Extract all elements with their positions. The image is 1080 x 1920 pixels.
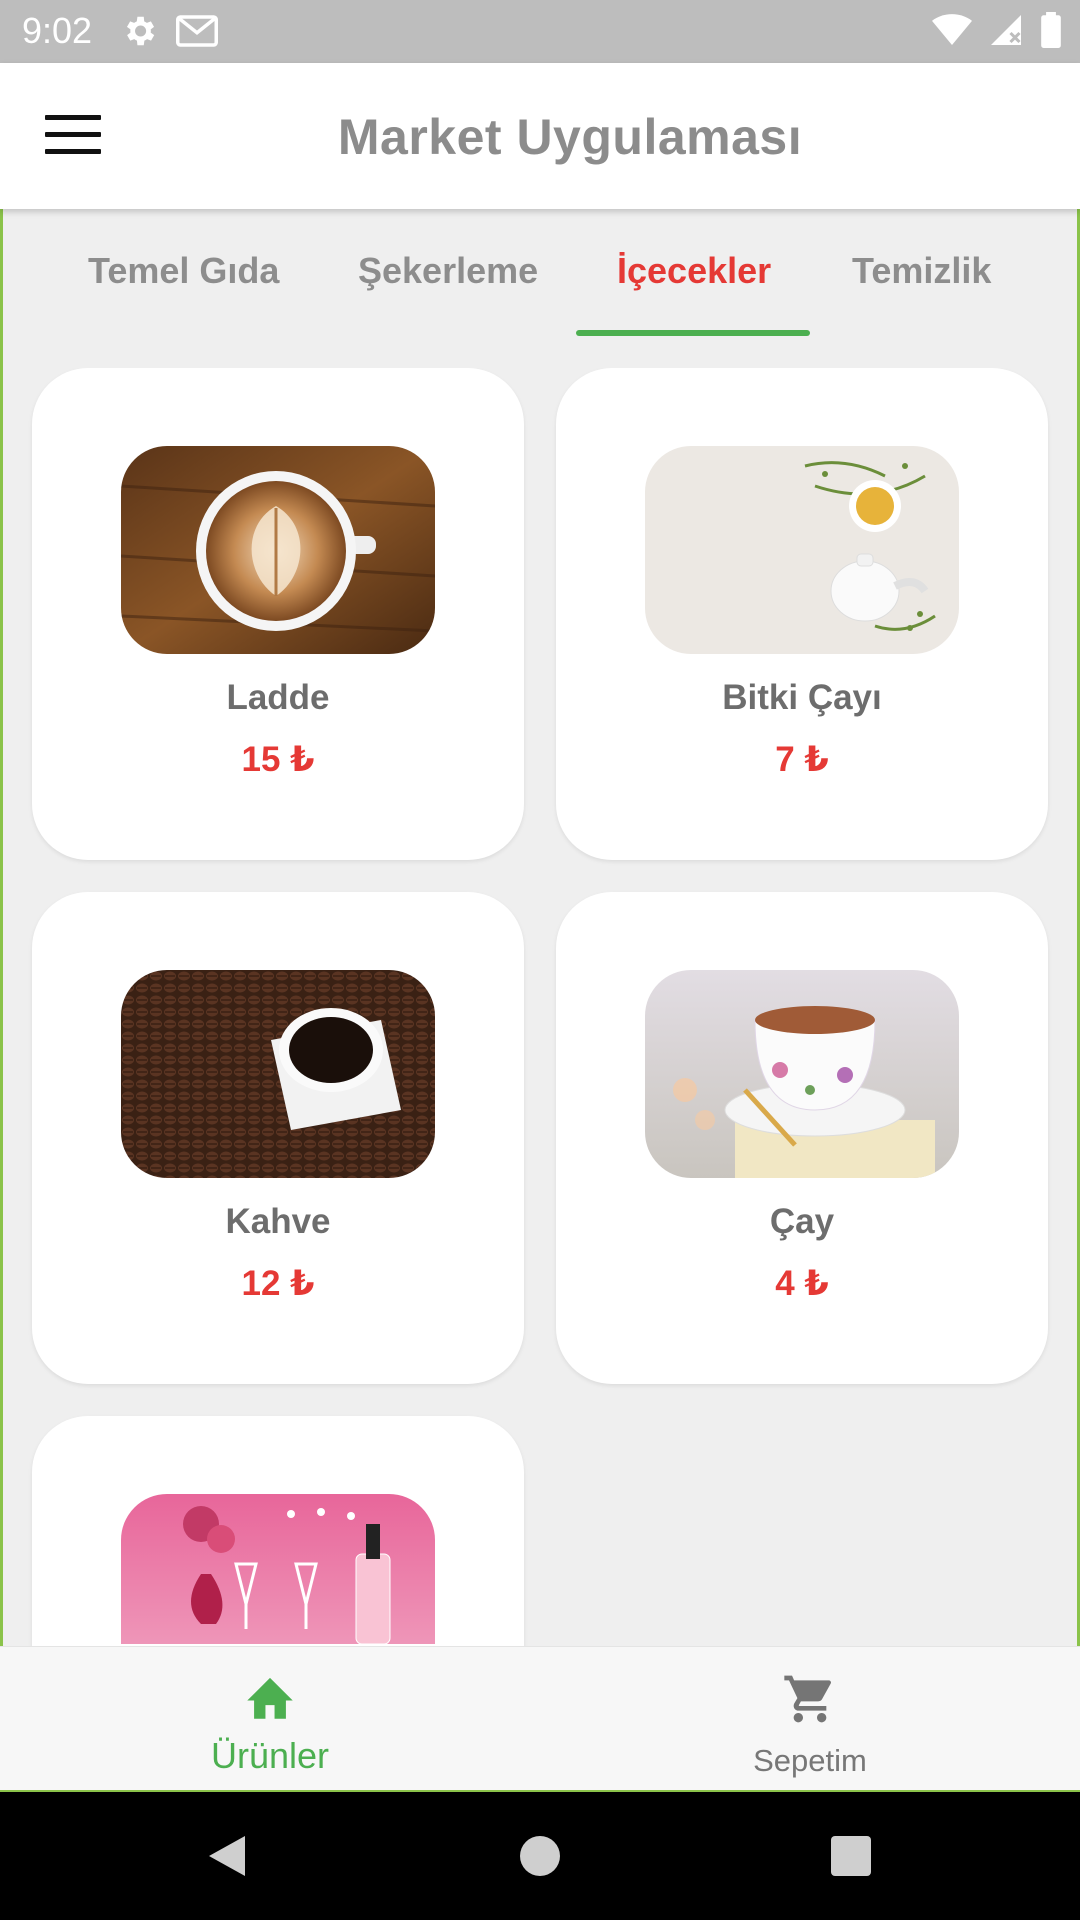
app-bar: Market Uygulaması xyxy=(0,63,1080,209)
home-button-icon[interactable] xyxy=(520,1832,560,1880)
bottom-navigation: Ürünler Sepetim xyxy=(0,1646,1080,1790)
product-price: 12 ₺ xyxy=(241,1264,315,1303)
nav-products-label: Ürünler xyxy=(210,1735,330,1776)
product-card[interactable]: Ladde 15 ₺ xyxy=(32,368,524,860)
wifi-icon xyxy=(932,14,972,45)
status-bar: 9:02 xyxy=(0,0,1080,63)
tab-icecekler[interactable]: İçecekler xyxy=(617,250,771,292)
gmail-icon xyxy=(176,15,218,47)
product-card[interactable]: Bitki Çayı 7 ₺ xyxy=(556,368,1048,860)
tab-sekerleme[interactable]: Şekerleme xyxy=(358,250,538,292)
product-card[interactable] xyxy=(32,1416,524,1646)
tab-temizlik[interactable]: Temizlik xyxy=(852,250,991,292)
product-name: Bitki Çayı xyxy=(722,678,882,717)
tab-temel-gida[interactable]: Temel Gıda xyxy=(88,250,279,292)
wine-image xyxy=(121,1494,435,1644)
home-icon xyxy=(247,1677,293,1719)
nav-cart[interactable]: Sepetim xyxy=(540,1647,1080,1790)
battery-icon xyxy=(1041,12,1061,48)
tea-image xyxy=(645,970,959,1178)
coffee-image xyxy=(121,970,435,1178)
cart-icon xyxy=(784,1675,831,1723)
latte-image xyxy=(121,446,435,654)
back-icon[interactable] xyxy=(205,1832,249,1880)
page-title: Market Uygulaması xyxy=(337,109,803,165)
product-name: Ladde xyxy=(226,678,330,717)
recents-icon[interactable] xyxy=(831,1832,871,1880)
nav-cart-label: Sepetim xyxy=(753,1743,867,1778)
product-price: 7 ₺ xyxy=(775,740,829,779)
herbal-tea-image xyxy=(645,446,959,654)
product-price: 15 ₺ xyxy=(241,740,315,779)
product-name: Kahve xyxy=(225,1202,331,1241)
system-navigation-bar xyxy=(0,1792,1080,1920)
tab-indicator xyxy=(576,330,810,336)
product-grid: Ladde 15 ₺ Bitki Çayı 7 ₺ Kahve 12 ₺ Çay… xyxy=(0,368,1080,1646)
settings-icon xyxy=(126,16,155,46)
product-card[interactable]: Çay 4 ₺ xyxy=(556,892,1048,1384)
product-card[interactable]: Kahve 12 ₺ xyxy=(32,892,524,1384)
category-tabs: Temel Gıda Şekerleme İçecekler Temizlik xyxy=(0,220,1080,338)
nav-products[interactable]: Ürünler xyxy=(0,1647,540,1790)
status-time: 9:02 xyxy=(22,10,93,51)
product-price: 4 ₺ xyxy=(775,1264,829,1303)
product-name: Çay xyxy=(769,1202,835,1241)
signal-icon xyxy=(991,15,1021,45)
